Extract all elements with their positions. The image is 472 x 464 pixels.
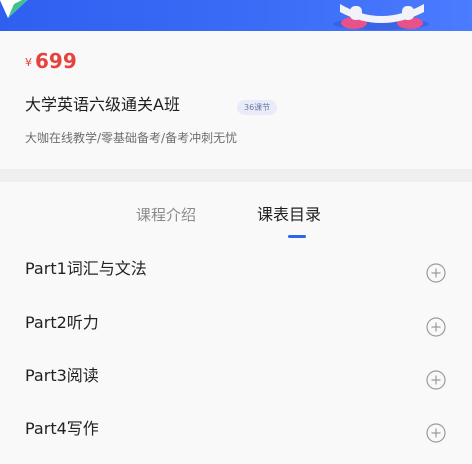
lesson-count-badge: 36课节 xyxy=(237,100,278,115)
mascot-illustration xyxy=(333,4,429,30)
catalog-item-part1[interactable]: Part1词汇与文法 xyxy=(0,240,472,293)
plus-circle-icon[interactable] xyxy=(426,263,446,283)
tab-course-catalog[interactable]: 课表目录 xyxy=(257,207,321,223)
plus-circle-icon[interactable] xyxy=(426,317,446,337)
course-description: 大咖在线教学/零基础备考/备考冲刺无忧 xyxy=(25,131,238,145)
catalog-item-part3[interactable]: Part3阅读 xyxy=(0,347,472,400)
course-info-card: ¥699 大学英语六级通关A班 36课节 大咖在线教学/零基础备考/备考冲刺无忧 xyxy=(0,31,472,169)
active-tab-indicator xyxy=(288,235,306,238)
catalog-item-label: Part1词汇与文法 xyxy=(25,259,147,278)
price-amount: 699 xyxy=(35,49,77,73)
catalog-item-label: Part2听力 xyxy=(25,313,99,332)
section-divider xyxy=(0,169,472,182)
catalog-item-label: Part3阅读 xyxy=(25,366,99,385)
course-title: 大学英语六级通关A班 xyxy=(25,95,180,114)
plus-circle-icon[interactable] xyxy=(426,370,446,390)
plus-circle-icon[interactable] xyxy=(426,423,446,443)
currency-symbol: ¥ xyxy=(25,56,32,69)
tab-course-intro[interactable]: 课程介绍 xyxy=(136,208,196,223)
course-tabs: 课程介绍 课表目录 xyxy=(0,182,472,240)
course-catalog-list: Part1词汇与文法 Part2听力 Part3阅读 Part4写作 xyxy=(0,240,472,464)
course-price: ¥699 xyxy=(25,51,77,71)
course-detail-page: ¥699 大学英语六级通关A班 36课节 大咖在线教学/零基础备考/备考冲刺无忧… xyxy=(0,0,472,464)
paper-plane-icon xyxy=(0,0,28,18)
course-banner xyxy=(0,0,472,31)
catalog-item-part2[interactable]: Part2听力 xyxy=(0,294,472,347)
catalog-item-part4[interactable]: Part4写作 xyxy=(0,400,472,453)
catalog-item-label: Part4写作 xyxy=(25,419,99,438)
